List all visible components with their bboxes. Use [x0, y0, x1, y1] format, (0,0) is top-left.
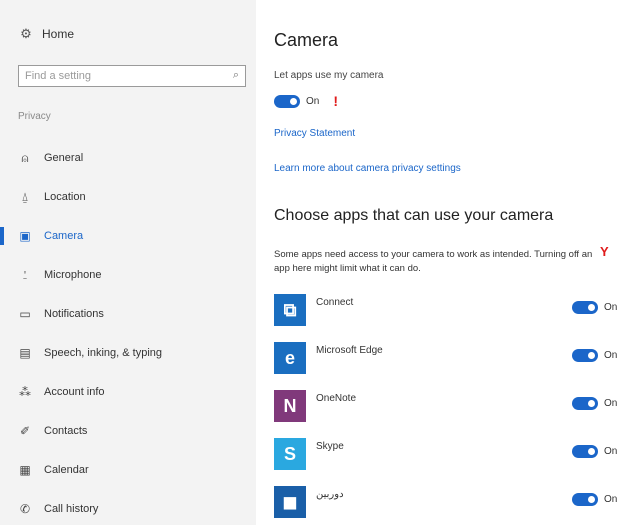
active-indicator: [0, 227, 4, 245]
skype-icon: S: [274, 438, 306, 470]
call-history-icon: ✆: [19, 502, 31, 516]
home-label: Home: [42, 27, 75, 41]
contacts-icon: ✐: [19, 424, 31, 438]
sidebar-item-label: Calendar: [44, 464, 89, 476]
app-toggle-state: On: [604, 494, 618, 505]
sidebar-item-camera[interactable]: ▣ Camera: [0, 223, 256, 249]
sidebar-item-call-history[interactable]: ✆ Call history: [0, 496, 256, 522]
gear-icon: ⚙: [20, 26, 32, 41]
notifications-icon: ▭: [19, 307, 31, 321]
app-camera-toggle[interactable]: [572, 349, 598, 362]
sidebar-item-label: Location: [44, 191, 86, 203]
sidebar-item-microphone[interactable]: ⍘ Microphone: [0, 262, 256, 288]
app-toggle-state: On: [604, 302, 618, 313]
sidebar-item-label: Speech, inking, & typing: [44, 347, 163, 359]
connect-icon: ⧉: [274, 294, 306, 326]
calendar-icon: ▦: [19, 463, 31, 477]
choose-apps-title: Choose apps that can use your camera: [274, 207, 554, 224]
sidebar-item-label: Notifications: [44, 308, 104, 320]
page-title: Camera: [274, 30, 339, 50]
master-toggle-state: On: [306, 95, 320, 107]
app-name: Connect: [316, 297, 354, 308]
app-toggle-state: On: [604, 446, 618, 457]
sidebar-item-label: General: [44, 152, 84, 164]
sidebar-item-speech-inking-typing[interactable]: ▤ Speech, inking, & typing: [0, 340, 256, 366]
camera-icon: ▣: [19, 229, 31, 243]
search-box[interactable]: ⌕: [18, 65, 246, 87]
app-row: S Skype On: [274, 438, 634, 472]
sidebar-item-general[interactable]: ⍝ General: [0, 145, 256, 171]
app-row: e Microsoft Edge On: [274, 342, 634, 376]
camera-app-icon: ◼: [274, 486, 306, 518]
app-row: ◼ دوربین On: [274, 486, 634, 520]
app-toggle-row: On: [572, 301, 617, 314]
choose-apps-description: Some apps need access to your camera to …: [274, 249, 593, 274]
sidebar-item-label: Call history: [44, 503, 99, 515]
app-toggle-row: On: [572, 493, 617, 506]
speech-icon: ▤: [19, 346, 31, 360]
app-row: N OneNote On: [274, 390, 634, 424]
app-name: OneNote: [316, 393, 357, 404]
search-input[interactable]: [19, 66, 225, 86]
learn-more-link[interactable]: Learn more about camera privacy settings: [274, 163, 461, 174]
privacy-statement-link[interactable]: Privacy Statement: [274, 128, 355, 139]
app-camera-toggle[interactable]: [572, 493, 598, 506]
app-name: Microsoft Edge: [316, 345, 383, 356]
sidebar-item-calendar[interactable]: ▦ Calendar: [0, 457, 256, 483]
app-name: Skype: [316, 441, 344, 452]
sidebar-item-notifications[interactable]: ▭ Notifications: [0, 301, 256, 327]
app-toggle-row: On: [572, 397, 617, 410]
app-toggle-row: On: [572, 445, 617, 458]
sidebar-item-account-info[interactable]: ⁂ Account info: [0, 379, 256, 405]
sidebar-item-label: Microphone: [44, 269, 102, 281]
app-toggle-state: On: [604, 350, 618, 361]
sidebar-item-location[interactable]: ⍙ Location: [0, 184, 256, 210]
settings-sidebar: ⚙ Home ⌕ Privacy ⍝ General ⍙ Location ▣ Camer…: [0, 0, 256, 525]
sidebar-item-label: Account info: [44, 386, 105, 398]
sidebar-item-contacts[interactable]: ✐ Contacts: [0, 418, 256, 444]
home-nav-item[interactable]: ⚙ Home: [18, 26, 74, 42]
search-icon[interactable]: ⌕: [233, 69, 239, 82]
app-camera-toggle[interactable]: [572, 445, 598, 458]
microphone-icon: ⍘: [21, 267, 29, 282]
app-camera-toggle[interactable]: [572, 397, 598, 410]
sidebar-item-label: Camera: [44, 230, 84, 242]
sidebar-item-label: Contacts: [44, 425, 88, 437]
app-toggle-row: On: [572, 349, 617, 362]
section-label-privacy: Privacy: [18, 111, 51, 122]
red-marker-icon: ǃ: [333, 93, 339, 109]
app-toggle-state: On: [604, 398, 618, 409]
lock-icon: ⍝: [21, 150, 29, 165]
red-marker-icon: Y: [600, 244, 609, 259]
app-name: دوربین: [316, 489, 344, 500]
master-toggle-row: On ǃ: [274, 94, 338, 108]
main-content: Camera Let apps use my camera On ǃ Priva…: [274, 0, 634, 525]
camera-master-toggle[interactable]: [274, 94, 300, 108]
allow-apps-label: Let apps use my camera: [274, 70, 384, 81]
onenote-icon: N: [274, 390, 306, 422]
app-camera-toggle[interactable]: [572, 301, 598, 314]
location-icon: ⍙: [21, 189, 29, 204]
app-row: ⧉ Connect On: [274, 294, 634, 328]
account-info-icon: ⁂: [19, 385, 31, 399]
edge-icon: e: [274, 342, 306, 374]
